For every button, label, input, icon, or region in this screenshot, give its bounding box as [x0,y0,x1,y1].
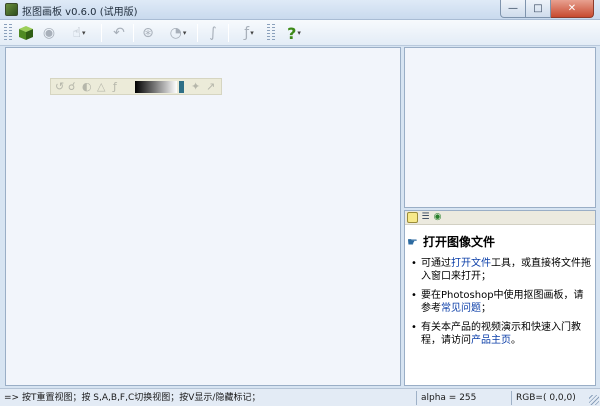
window-controls: — □ ✕ [500,0,594,18]
preview-panel [404,47,596,208]
resize-grip[interactable] [589,395,599,405]
chevron-down-icon: ▾ [250,29,254,37]
canvas-floating-toolbar: ↺ ☌ ◐ △ ƒ ✦ ↗ [50,78,222,95]
window-title: 抠图画板 v0.6.0 (试用版) [22,7,138,18]
title-bar: 抠图画板 v0.6.0 (试用版) — □ ✕ [0,0,600,20]
list-item: 有关本产品的视频演示和快速入门教程，请访问产品主页。 [411,321,593,347]
toolbar-grip[interactable] [9,24,12,42]
function-icon[interactable]: ƒ [113,80,117,94]
help-dropdown[interactable]: ? ▾ [278,23,310,43]
image-canvas[interactable]: ↺ ☌ ◐ △ ƒ ✦ ↗ [5,47,401,386]
help-list: 可通过打开文件工具，或直接将文件拖入窗口来打开； 要在Photoshop中使用抠… [411,257,593,353]
eye-icon: ◉ [42,25,56,41]
undo-button[interactable]: ↶ [108,23,130,43]
sparkle-icon[interactable]: ✦ [191,80,200,94]
hand-icon: ☝ [72,25,81,41]
faq-link[interactable]: 常见问题 [441,303,481,314]
minimize-button[interactable]: — [500,0,526,18]
triangle-icon[interactable]: △ [97,80,105,94]
toolbar-grip[interactable] [272,24,275,42]
pointing-hand-icon: ☛ [407,234,418,249]
contrast-icon[interactable]: ◐ [82,80,92,94]
list-item: 要在Photoshop中使用抠图画板，请参考常见问题； [411,289,593,315]
undo-icon: ↶ [113,25,125,41]
status-alpha: alpha = 255 [421,393,477,403]
toolbar-separator [101,24,102,42]
stamp-icon: ⊛ [142,25,154,41]
hand-tool-dropdown[interactable]: ☝ ▾ [62,23,96,43]
lightbulb-icon[interactable] [407,212,418,223]
cube-icon [19,26,33,40]
slider-marker[interactable] [179,81,184,93]
rotate-icon[interactable]: ↺ [55,80,64,94]
pen-icon: ƒ [244,25,250,41]
close-button[interactable]: ✕ [551,0,594,18]
chevron-down-icon: ▾ [82,29,86,37]
status-divider [416,391,417,405]
status-bar: => 按T重置视图；按 S,A,B,F,C切换视图；按V显示/隐藏标记； alp… [0,388,600,406]
toolbar-separator [133,24,134,42]
main-toolbar: ◉ ☝ ▾ ↶ ⊛ ◔ ▾ ∫ ƒ ▾ ? ▾ [0,20,600,46]
stamp-tool-button[interactable]: ⊛ [138,23,158,43]
chevron-down-icon: ▾ [182,29,187,37]
help-title: ☛ 打开图像文件 [407,233,495,250]
product-homepage-link[interactable]: 产品主页 [471,335,511,346]
status-hint: => 按T重置视图；按 S,A,B,F,C切换视图；按V显示/隐藏标记； [4,393,261,403]
status-rgb: RGB=( 0,0,0) [516,393,576,403]
list-item: 可通过打开文件工具，或直接将文件拖入窗口来打开； [411,257,593,283]
help-panel-toolbar: ☰ ◉ [405,211,595,225]
help-icon: ? [287,23,297,43]
app-logo-icon [5,3,18,16]
list-icon[interactable]: ☰ [420,212,431,223]
pen-tool-dropdown[interactable]: ƒ ▾ [234,23,264,43]
lasso-icon[interactable]: ☌ [68,80,75,94]
chevron-down-icon: ▾ [297,29,301,37]
open-file-button[interactable] [15,23,37,43]
mask-tool-dropdown[interactable]: ◔ ▾ [163,23,193,43]
toolbar-separator [228,24,229,42]
curve-icon: ∫ [209,25,217,41]
toolbar-separator [197,24,198,42]
view-toggle-button[interactable]: ◉ [40,23,58,43]
open-file-link[interactable]: 打开文件 [451,258,491,269]
toolbar-grip[interactable] [267,24,270,42]
eye-icon[interactable]: ◉ [432,212,443,223]
pick-icon[interactable]: ↗ [206,80,215,94]
help-panel: ☰ ◉ ☛ 打开图像文件 可通过打开文件工具，或直接将文件拖入窗口来打开； 要在… [404,210,596,386]
maximize-button[interactable]: □ [526,0,551,18]
curve-tool-button[interactable]: ∫ [202,23,224,43]
gradient-slider[interactable] [135,81,177,93]
status-divider [511,391,512,405]
toolbar-grip[interactable] [4,24,7,42]
help-title-text: 打开图像文件 [423,235,496,249]
pie-icon: ◔ [169,25,182,41]
